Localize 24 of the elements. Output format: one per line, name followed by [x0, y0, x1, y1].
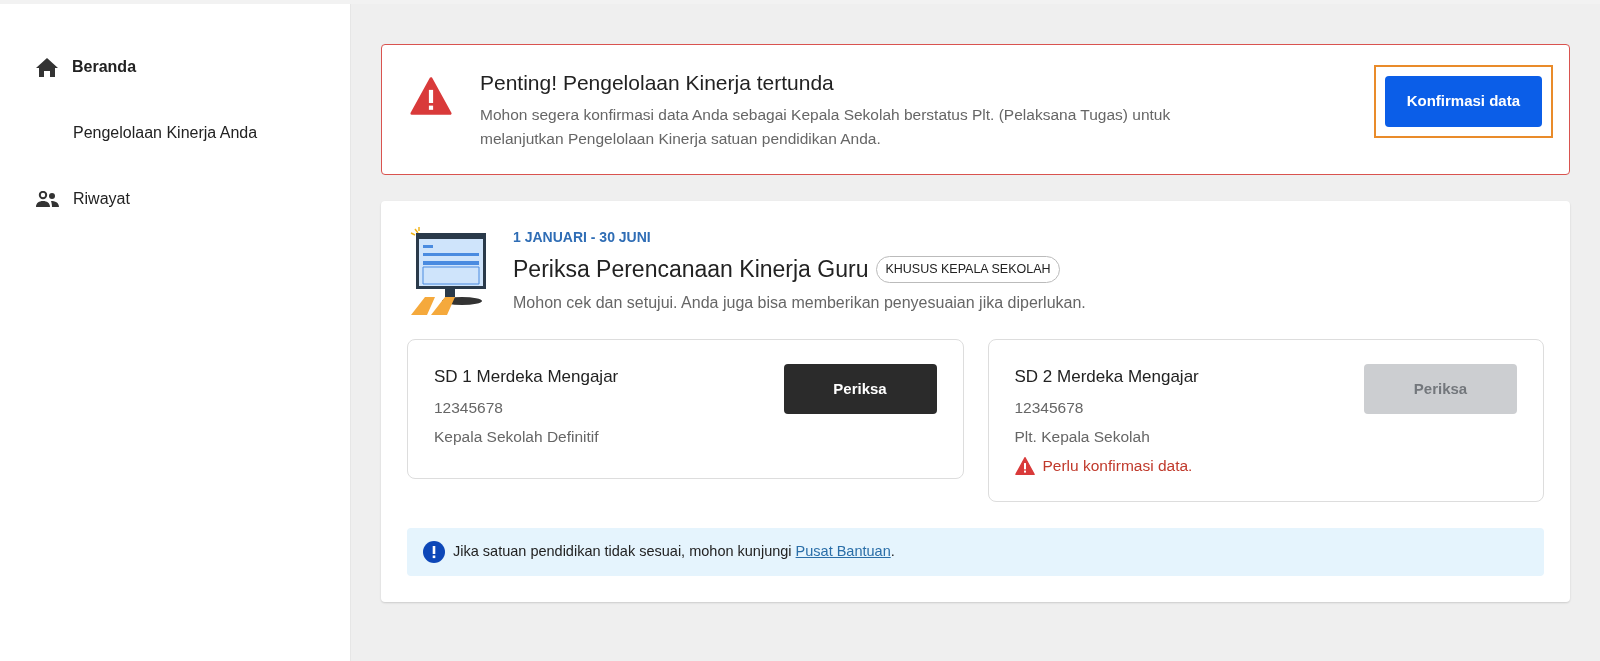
sidebar-item[interactable]: Pengelolaan Kinerja Anda: [36, 100, 258, 166]
task-description: Mohon cek dan setujui. Anda juga bisa memberikan penyesuaian jika diperlukan.: [513, 292, 1086, 313]
school-id: 12345678: [1014, 397, 1085, 418]
warning-icon: [410, 75, 452, 117]
warning-message: Perlu konfirmasi data.: [1014, 454, 1199, 478]
info-text: Jika satuan pendidikan tidak sesuai, mohon kunjungi Pusat Bantuan.: [453, 542, 895, 562]
school-role: Kepala Sekolah Definitif: [434, 426, 600, 447]
alert-message: Mohon segera konfirmasi data Anda sebagai Kepala Sekolah berstatus Plt. (Pelaksana Tugas) untuk melanjutkan Pengelolaan Kinerja satuan pendidikan Anda.: [480, 104, 1172, 150]
school-name: SD 1 Merdeka Mengajar: [434, 366, 619, 389]
home-icon: [36, 57, 58, 77]
people-icon: [36, 191, 59, 207]
sidebar-item[interactable]: Beranda: [36, 34, 137, 100]
sidebar-item[interactable]: Riwayat: [36, 166, 130, 232]
check-button[interactable]: Periksa: [783, 364, 937, 415]
confirm-button[interactable]: Konfirmasi data: [1384, 76, 1542, 127]
school-id: 12345678: [434, 397, 504, 418]
help-link[interactable]: Pusat Bantuan: [795, 543, 891, 560]
school-name: SD 2 Merdeka Mengajar: [1014, 366, 1199, 389]
period-label: 1 JANUARI - 30 JUNI: [513, 228, 652, 248]
info-icon: [423, 541, 445, 564]
warning-icon: [1014, 455, 1035, 476]
school-role: Plt. Kepala Sekolah: [1014, 426, 1151, 447]
alert-title: Penting! Pengelolaan Kinerja tertunda: [480, 70, 835, 96]
task-title: Periksa Perencanaan Kinerja Guru: [513, 255, 869, 285]
